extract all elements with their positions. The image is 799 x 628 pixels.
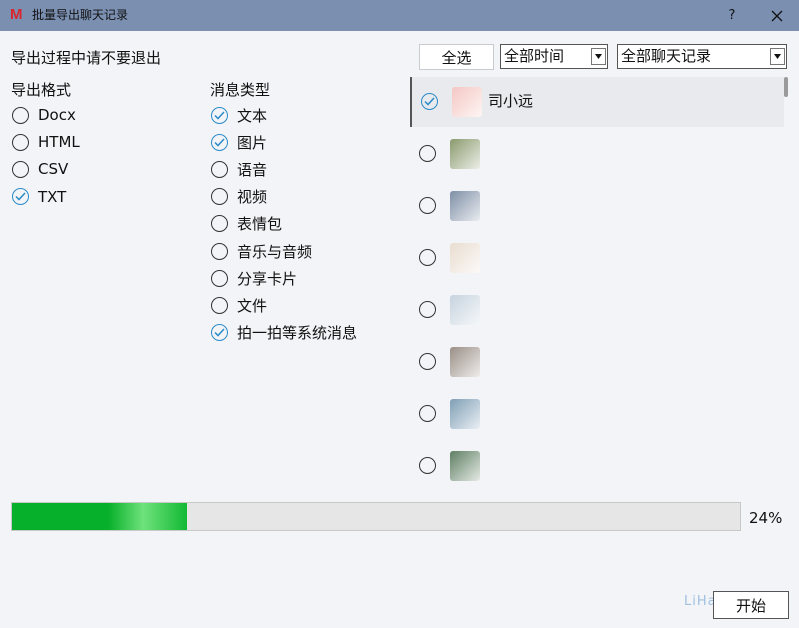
message-type-option[interactable]: 音乐与音频 (211, 240, 312, 262)
avatar (450, 399, 480, 429)
checked-radio-icon[interactable] (211, 106, 228, 124)
message-type-option[interactable]: 表情包 (211, 213, 282, 235)
radio-icon[interactable] (419, 405, 436, 422)
message-type-option[interactable]: 文件 (211, 294, 267, 316)
checked-radio-icon[interactable] (421, 93, 438, 110)
start-button[interactable]: 开始 (713, 591, 789, 619)
radio-icon[interactable] (211, 269, 228, 287)
chat-item[interactable] (410, 389, 784, 439)
message-type-option-label: 分享卡片 (237, 269, 298, 288)
message-type-option-label: 音乐与音频 (237, 242, 313, 261)
close-button[interactable] (757, 0, 797, 31)
radio-icon[interactable] (211, 215, 228, 233)
chat-item[interactable] (410, 233, 784, 283)
export-progress-bar (11, 502, 741, 531)
format-option[interactable]: HTML (12, 131, 80, 153)
radio-icon[interactable] (211, 296, 228, 314)
time-filter-value: 全部时间 (504, 47, 565, 65)
close-icon (771, 10, 783, 21)
chat-list-scrollbar[interactable] (784, 77, 788, 97)
message-type-option-label: 表情包 (237, 215, 283, 234)
message-type-option-label: 图片 (237, 133, 268, 152)
checked-radio-icon[interactable] (12, 188, 29, 206)
avatar (450, 139, 480, 169)
check-icon (424, 97, 435, 106)
message-type-option[interactable]: 语音 (211, 158, 267, 180)
format-option[interactable]: Docx (12, 104, 76, 126)
format-option[interactable]: CSV (12, 158, 68, 180)
chat-item[interactable] (410, 285, 784, 335)
title-bar: M 批量导出聊天记录 ? (0, 0, 799, 31)
message-type-option[interactable]: 文本 (211, 104, 267, 126)
checked-radio-icon[interactable] (211, 133, 228, 151)
window-title: 批量导出聊天记录 (32, 8, 129, 22)
radio-icon[interactable] (211, 188, 228, 206)
avatar (450, 347, 480, 377)
format-heading: 导出格式 (11, 81, 72, 99)
format-option-label: TXT (38, 187, 67, 206)
chat-item[interactable] (410, 441, 784, 487)
format-option[interactable]: TXT (12, 186, 66, 208)
format-option-label: CSV (38, 160, 69, 179)
chat-list[interactable]: 司小远 (410, 77, 789, 487)
radio-icon[interactable] (12, 133, 29, 151)
format-option-label: HTML (38, 133, 80, 152)
message-type-option-label: 文件 (237, 296, 268, 315)
avatar (450, 295, 480, 325)
record-filter-value: 全部聊天记录 (621, 47, 712, 65)
types-heading: 消息类型 (210, 81, 271, 99)
chat-item[interactable] (410, 337, 784, 387)
radio-icon[interactable] (419, 197, 436, 214)
radio-icon[interactable] (419, 301, 436, 318)
chat-item[interactable]: 司小远 (410, 77, 784, 127)
radio-icon[interactable] (419, 249, 436, 266)
progress-percent: 24% (749, 509, 783, 527)
progress-fill (12, 503, 187, 530)
record-filter-dropdown[interactable]: 全部聊天记录 (617, 44, 787, 69)
radio-icon[interactable] (419, 353, 436, 370)
chat-item[interactable] (410, 129, 784, 179)
message-type-option-label: 拍一拍等系统消息 (237, 324, 358, 343)
time-filter-dropdown[interactable]: 全部时间 (500, 44, 608, 69)
message-type-option[interactable]: 拍一拍等系统消息 (211, 322, 357, 344)
radio-icon[interactable] (12, 160, 29, 178)
radio-icon[interactable] (419, 457, 436, 474)
app-logo-icon: M (10, 6, 23, 23)
select-all-button[interactable]: 全选 (419, 44, 494, 70)
checked-radio-icon[interactable] (211, 324, 228, 342)
message-type-option-label: 语音 (237, 160, 268, 179)
chat-item[interactable] (410, 181, 784, 231)
help-button[interactable]: ? (712, 0, 752, 31)
check-icon (214, 328, 225, 337)
avatar (450, 451, 480, 481)
check-icon (15, 192, 26, 201)
radio-icon[interactable] (419, 145, 436, 162)
message-type-option-label: 文本 (237, 106, 268, 125)
avatar (450, 191, 480, 221)
message-type-option[interactable]: 图片 (211, 131, 267, 153)
format-option-label: Docx (38, 106, 76, 124)
chevron-down-icon (591, 48, 606, 65)
avatar (450, 243, 480, 273)
message-type-option-label: 视频 (237, 188, 268, 207)
chevron-down-icon (770, 48, 785, 65)
avatar (452, 87, 482, 117)
radio-icon[interactable] (211, 160, 228, 178)
check-icon (214, 138, 225, 147)
message-type-option[interactable]: 分享卡片 (211, 267, 297, 289)
export-hint: 导出过程中请不要退出 (11, 49, 162, 67)
radio-icon[interactable] (211, 242, 228, 260)
chat-name: 司小远 (488, 92, 534, 110)
radio-icon[interactable] (12, 106, 29, 124)
check-icon (214, 110, 225, 120)
message-type-option[interactable]: 视频 (211, 186, 267, 208)
